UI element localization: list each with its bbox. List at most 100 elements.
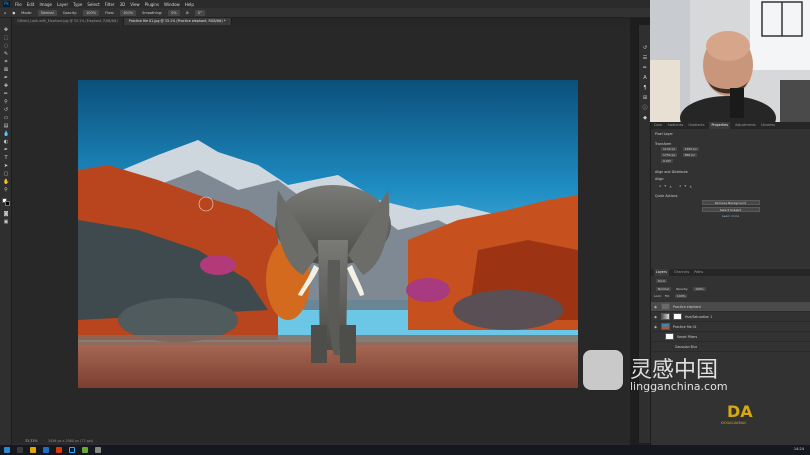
zoom-tool-icon[interactable]: ⚲ (3, 187, 9, 193)
photoshop-taskbar-icon[interactable] (69, 447, 75, 453)
crop-tool-icon[interactable]: ⌗ (3, 59, 9, 65)
blur-tool-icon[interactable]: 💧 (3, 131, 9, 137)
menu-image[interactable]: Image (39, 2, 52, 7)
learn-more-link[interactable]: Learn more (651, 214, 810, 218)
document-tab-active[interactable]: Practice file 01.jpg @ 33.1% (Practice e… (123, 18, 232, 25)
brush-preset-icon[interactable]: ● (12, 11, 15, 15)
layer-row[interactable]: ◉ Hue/Saturation 1 (651, 312, 810, 322)
move-tool-icon[interactable]: ✥ (3, 27, 9, 33)
menu-plugins[interactable]: Plugins (145, 2, 159, 7)
stamp-tool-icon[interactable]: ⚲ (3, 99, 9, 105)
quick-mask-icon[interactable]: ◙ (3, 211, 9, 217)
tab-libraries[interactable]: Libraries (761, 122, 775, 129)
taskbar-clock: 14:24 (793, 447, 804, 451)
tab-gradients[interactable]: Gradients (688, 122, 704, 129)
visibility-eye-icon[interactable]: ◉ (654, 305, 658, 309)
lasso-tool-icon[interactable]: ◌ (3, 43, 9, 49)
remove-background-button[interactable]: Remove Background (701, 200, 760, 205)
paragraph-panel-icon[interactable]: ¶ (642, 85, 648, 91)
layer-kind-filter[interactable]: Kind (656, 279, 667, 283)
document-tab[interactable]: Oilfield_Look-with_Elephant.jpg @ 33.1% … (12, 18, 124, 25)
gear-icon[interactable]: ⚙ (186, 11, 189, 15)
fill-input[interactable]: 100% (674, 294, 688, 298)
width-field[interactable]: 1130 px (661, 147, 678, 151)
tab-adjustments[interactable]: Adjustments (735, 122, 756, 129)
file-explorer-icon[interactable] (30, 447, 36, 453)
history-panel-icon[interactable]: ↺ (642, 45, 648, 51)
layer-name: Practice file 01 (673, 324, 697, 329)
menu-select[interactable]: Select (87, 2, 99, 7)
menu-type[interactable]: Type (73, 2, 82, 7)
angle-field[interactable]: 0.00° (661, 159, 674, 163)
blend-mode-select[interactable]: Normal (656, 287, 671, 291)
brush-tool-icon[interactable]: ✏ (3, 91, 9, 97)
app-icon[interactable] (82, 447, 88, 453)
info-panel-icon[interactable]: ⓘ (642, 105, 648, 111)
windows-start-icon[interactable] (4, 447, 10, 453)
smoothing-input[interactable]: 0% (168, 9, 180, 16)
menu-view[interactable]: View (130, 2, 140, 7)
eyedropper-tool-icon[interactable]: ✒ (3, 75, 9, 81)
menu-edit[interactable]: Edit (27, 2, 35, 7)
smoothing-label: Smoothing: (142, 10, 163, 15)
layer-row[interactable]: ◉ Practice file 01 (651, 322, 810, 332)
align-icons[interactable]: ⫞⫟⫠ ⫞⫟⫠ (659, 183, 810, 188)
layer-row[interactable]: Smart Filters (651, 332, 810, 342)
brush-panel-icon[interactable]: ✏ (642, 65, 648, 71)
menu-help[interactable]: Help (185, 2, 194, 7)
layer-thumbnail (661, 323, 670, 330)
tab-color[interactable]: Color (654, 122, 663, 129)
glyphs-panel-icon[interactable]: ⊞ (642, 95, 648, 101)
select-subject-button[interactable]: Select Subject (701, 207, 760, 212)
layer-name: Practice elephant (673, 304, 701, 309)
app-icon[interactable] (95, 447, 101, 453)
tab-layers[interactable]: Layers (654, 269, 669, 276)
tab-paths[interactable]: Paths (694, 269, 703, 276)
dodge-tool-icon[interactable]: ◐ (3, 139, 9, 145)
menu-window[interactable]: Window (164, 2, 180, 7)
type-tool-icon[interactable]: T (3, 155, 9, 161)
y-field[interactable]: 858 px (682, 153, 697, 157)
mode-select[interactable]: Normal (38, 9, 57, 16)
path-select-icon[interactable]: ➤ (3, 163, 9, 169)
gradient-tool-icon[interactable]: ▤ (3, 123, 9, 129)
tab-swatches[interactable]: Swatches (668, 122, 684, 129)
document-canvas[interactable] (78, 80, 578, 388)
app-icon[interactable] (56, 447, 62, 453)
zoom-level[interactable]: 33.33% (25, 439, 38, 443)
frame-tool-icon[interactable]: ⊠ (3, 67, 9, 73)
layer-row[interactable]: Gaussian Blur (651, 342, 810, 352)
tab-channels[interactable]: Channels (674, 269, 689, 276)
pen-tool-icon[interactable]: ✒ (3, 147, 9, 153)
layer-opacity-input[interactable]: 100% (693, 287, 706, 291)
visibility-eye-icon[interactable]: ◉ (654, 315, 658, 319)
visibility-eye-icon[interactable]: ◉ (654, 325, 658, 329)
character-panel-icon[interactable]: A (642, 75, 648, 81)
history-brush-icon[interactable]: ↺ (3, 107, 9, 113)
tab-properties[interactable]: Properties (709, 122, 731, 129)
menu-layer[interactable]: Layer (57, 2, 68, 7)
shapes-panel-icon[interactable]: ◆ (642, 115, 648, 121)
menu-file[interactable]: File (15, 2, 22, 7)
opacity-input[interactable]: 100% (83, 9, 100, 16)
healing-tool-icon[interactable]: ✚ (3, 83, 9, 89)
height-field[interactable]: 1482 px (682, 147, 699, 151)
shape-tool-icon[interactable]: ▢ (3, 171, 9, 177)
layer-row[interactable]: ◉ Practice elephant (651, 302, 810, 312)
mode-label: Mode: (21, 10, 33, 15)
flow-input[interactable]: 100% (120, 9, 137, 16)
angle-input[interactable]: 0° (194, 9, 205, 16)
properties-panel-icon[interactable]: ☰ (642, 55, 648, 61)
browser-icon[interactable] (43, 447, 49, 453)
hand-tool-icon[interactable]: ✋ (3, 179, 9, 185)
quick-select-tool-icon[interactable]: ✎ (3, 51, 9, 57)
eraser-tool-icon[interactable]: ▭ (3, 115, 9, 121)
menu-3d[interactable]: 3D (120, 2, 126, 7)
search-icon[interactable] (17, 447, 23, 453)
home-icon[interactable]: ⌂ (4, 11, 6, 15)
menu-filter[interactable]: Filter (105, 2, 115, 7)
background-color-swatch[interactable] (5, 201, 10, 206)
x-field[interactable]: 1754 px (661, 153, 678, 157)
marquee-tool-icon[interactable]: ⬚ (3, 35, 9, 41)
screen-mode-icon[interactable]: ▣ (3, 219, 9, 225)
